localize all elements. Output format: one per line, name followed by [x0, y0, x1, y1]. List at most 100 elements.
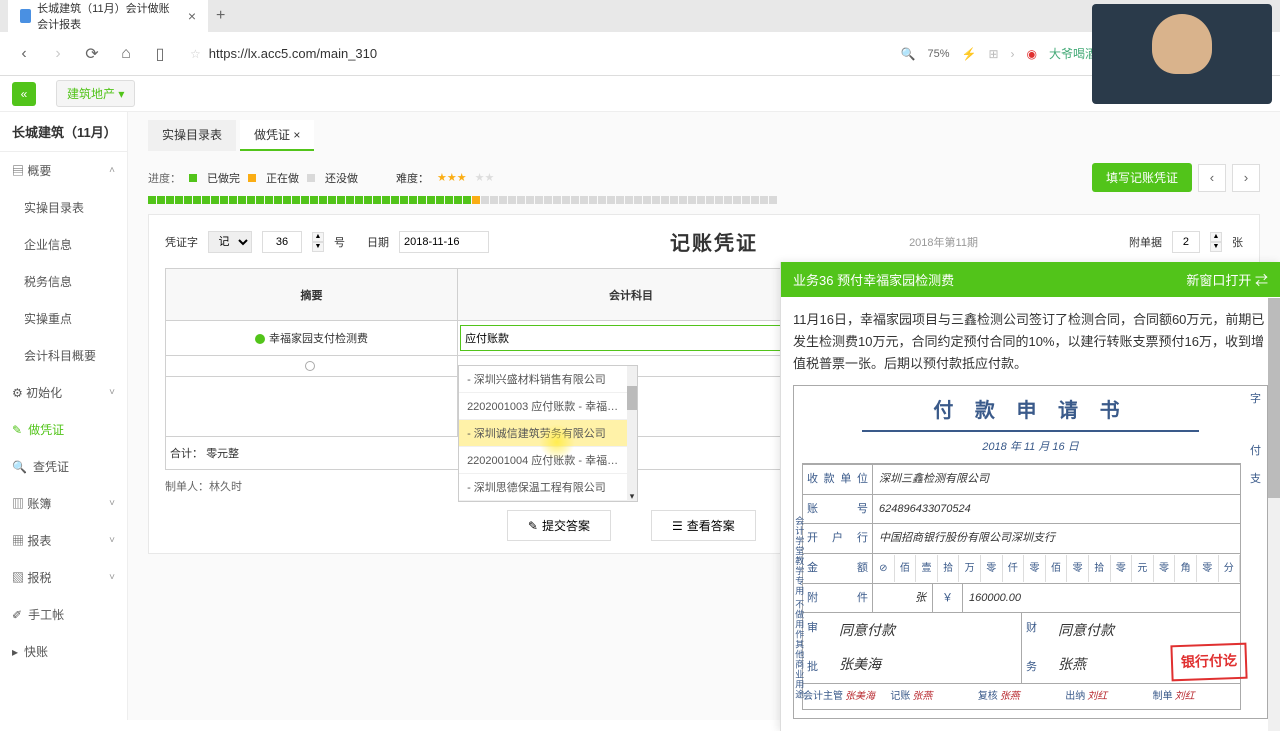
chevron-down-icon: ˅ [109, 535, 115, 546]
close-icon[interactable]: × [293, 128, 300, 142]
new-tab-button[interactable]: + [216, 7, 225, 25]
flash-icon[interactable]: ⚡ [962, 47, 977, 61]
task-panel: 业务36 预付幸福家园检测费 新窗口打开 ⇄ 11月16日，幸福家园项目与三鑫检… [780, 262, 1280, 731]
dropdown-item[interactable]: 2202001003 应付账款 - 幸福家园一期 [459, 393, 637, 420]
voucher-number-input[interactable] [262, 231, 302, 253]
star-icon[interactable]: ☆ [190, 47, 201, 61]
star-rating: ★★★ [437, 171, 467, 184]
view-answer-button[interactable]: ☰查看答案 [651, 510, 756, 541]
row-summary-cell[interactable]: 幸福家园支付检测费 [166, 321, 458, 356]
forward-button[interactable]: › [46, 42, 70, 66]
profile-icon: ◉ [1027, 47, 1037, 61]
sidebar-item-make-voucher[interactable]: ✎ 做凭证 [0, 411, 127, 448]
sidebar: 长城建筑（11月） ▤ 概要˄ 实操目录表 企业信息 税务信息 实操重点 会计科… [0, 112, 128, 720]
amount-chinese: ⊘佰壹拾万零仟零佰零拾零元零角零分 [873, 554, 1240, 583]
attach-up[interactable]: ▲ [1210, 232, 1222, 242]
edit-icon: ✎ [528, 519, 538, 533]
dropdown-item[interactable]: - 深圳兴盛材料销售有限公司 [459, 366, 637, 393]
voucher-word-select[interactable]: 记 [208, 231, 252, 253]
search-icon: 🔍 [12, 460, 27, 474]
sidebar-item-overview[interactable]: ▤ 概要˄ [0, 152, 127, 189]
sidebar-item-company-info[interactable]: 企业信息 [0, 226, 127, 263]
reload-button[interactable]: ⟳ [80, 42, 104, 66]
panel-title: 业务36 预付幸福家园检测费 [793, 270, 954, 289]
dropdown-item[interactable]: - 深圳思德保温工程有限公司 [459, 474, 637, 501]
row-summary-cell[interactable] [166, 356, 458, 377]
receipt-date: 2018 年 11 月 16 日 [802, 438, 1259, 457]
open-new-window[interactable]: 新窗口打开 ⇄ [1186, 270, 1268, 289]
url-text: https://lx.acc5.com/main_310 [209, 46, 377, 61]
webcam-overlay [1092, 4, 1272, 104]
row-empty-icon [305, 361, 315, 371]
receipt-footer: 会计主管张美海记账张燕复核张燕出纳刘红制单刘红 [803, 683, 1240, 709]
doing-dot-icon [248, 174, 256, 182]
sidebar-item-quick[interactable]: ▸ 快账 [0, 633, 127, 670]
sidebar-item-init[interactable]: ⚙ 初始化˅ [0, 374, 127, 411]
chevron-up-icon: ˄ [109, 165, 115, 176]
attach-down[interactable]: ▼ [1210, 242, 1222, 252]
sidebar-item-report[interactable]: ▦ 报表˅ [0, 522, 127, 559]
col-summary: 摘要 [166, 269, 458, 321]
chevron-down-icon[interactable]: › [1011, 47, 1015, 61]
chevron-down-icon: ˅ [109, 498, 115, 509]
browser-tab[interactable]: 长城建筑（11月）会计做账会计报表 × [8, 0, 208, 38]
next-button[interactable]: › [1232, 164, 1260, 192]
url-bar[interactable]: ☆ https://lx.acc5.com/main_310 [182, 46, 891, 61]
sidebar-item-key-points[interactable]: 实操重点 [0, 300, 127, 337]
account-value: 624896433070524 [873, 495, 1240, 524]
chevron-down-icon: ˅ [109, 387, 115, 398]
subject-input[interactable] [460, 325, 802, 351]
panel-scrollbar[interactable] [1268, 298, 1280, 731]
progress-label: 进度： [148, 170, 181, 186]
edit-icon: ✎ [12, 423, 22, 437]
subject-dropdown: - 深圳兴盛材料销售有限公司 2202001003 应付账款 - 幸福家园一期 … [458, 365, 638, 502]
home-button[interactable]: ⌂ [114, 42, 138, 66]
payee-value: 深圳三鑫检测有限公司 [873, 465, 1240, 494]
list-icon: ▤ [12, 164, 24, 178]
expand-icon: ⇄ [1255, 273, 1268, 288]
sidebar-item-manual[interactable]: ✐ 手工帐 [0, 596, 127, 633]
dropdown-item[interactable]: - 深圳诚信建筑劳务有限公司 [459, 420, 637, 447]
browser-toolbar: ‹ › ⟳ ⌂ ▯ ☆ https://lx.acc5.com/main_310… [0, 32, 1280, 76]
app-header: « 建筑地产 ▾ 林久时 (SVIP会员) [0, 76, 1280, 112]
pen-icon: ✐ [12, 608, 22, 622]
list-icon: ☰ [672, 519, 683, 533]
submit-answer-button[interactable]: ✎提交答案 [507, 510, 611, 541]
attach-count-input[interactable] [1172, 231, 1200, 253]
fill-voucher-button[interactable]: 填写记账凭证 [1092, 163, 1192, 192]
sidebar-toggle-icon[interactable]: ▯ [148, 42, 172, 66]
sidebar-item-tax-filing[interactable]: ▧ 报税˅ [0, 559, 127, 596]
bank-value: 中国招商银行股份有限公司深圳支行 [873, 524, 1240, 553]
progress-bar [148, 196, 1260, 204]
sidebar-item-ledger[interactable]: ▥ 账簿˅ [0, 485, 127, 522]
dropdown-scroll-down-icon[interactable]: ▾ [627, 491, 637, 501]
sidebar-item-catalog[interactable]: 实操目录表 [0, 189, 127, 226]
company-dropdown[interactable]: 建筑地产 ▾ [56, 80, 135, 107]
todo-dot-icon [307, 174, 315, 182]
qr-icon[interactable]: ⊞ [988, 47, 998, 61]
receipt-title: 付 款 申 请 书 [862, 394, 1199, 432]
receipt-corner-zi: 字 [1250, 390, 1261, 409]
sidebar-item-view-voucher[interactable]: 🔍 查凭证 [0, 448, 127, 485]
total-value: 零元整 [206, 448, 239, 460]
sidebar-collapse-button[interactable]: « [12, 82, 36, 106]
sidebar-item-tax-info[interactable]: 税务信息 [0, 263, 127, 300]
close-icon[interactable]: × [188, 8, 196, 24]
tax-icon: ▧ [12, 571, 24, 585]
search-zoom-icon[interactable]: 🔍 [901, 47, 916, 61]
number-down[interactable]: ▼ [312, 242, 324, 252]
dropdown-scrollbar[interactable] [627, 366, 637, 501]
tab-voucher[interactable]: 做凭证 × [240, 120, 314, 151]
quick-icon: ▸ [12, 645, 18, 659]
voucher-period: 2018年第11期 [909, 234, 978, 250]
amount-numeric: 160000.00 [963, 584, 1240, 613]
voucher-date-input[interactable] [399, 231, 489, 253]
back-button[interactable]: ‹ [12, 42, 36, 66]
prev-button[interactable]: ‹ [1198, 164, 1226, 192]
tab-catalog[interactable]: 实操目录表 [148, 120, 236, 151]
dropdown-item[interactable]: 2202001004 应付账款 - 幸福家园一期 [459, 447, 637, 474]
sidebar-title: 长城建筑（11月） [0, 112, 127, 152]
sidebar-item-subject-overview[interactable]: 会计科目概要 [0, 337, 127, 374]
number-up[interactable]: ▲ [312, 232, 324, 242]
bank-paid-stamp: 银行付讫 [1170, 643, 1247, 681]
